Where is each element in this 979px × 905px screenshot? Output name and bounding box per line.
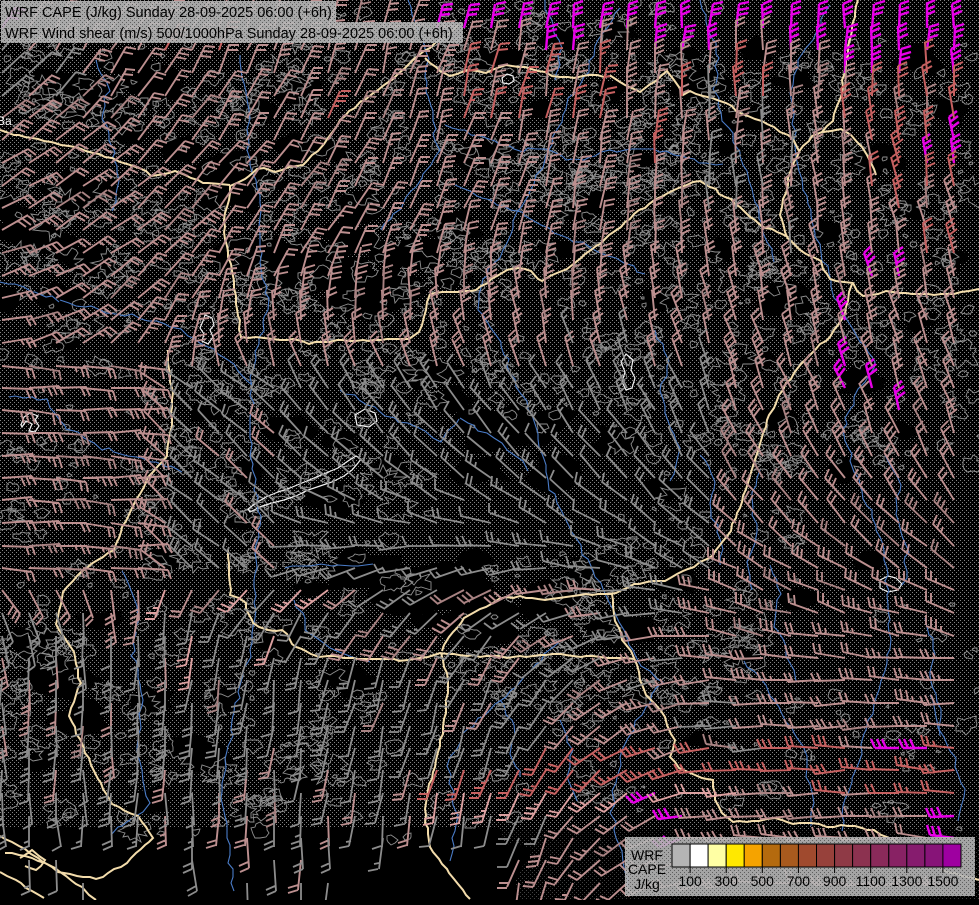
svg-text:WRF CAPE (J/kg) Sunday 28-09-2: WRF CAPE (J/kg) Sunday 28-09-2025 06:00 …	[5, 5, 332, 21]
svg-text:100: 100	[678, 873, 702, 889]
svg-text:500: 500	[751, 873, 775, 889]
svg-text:900: 900	[823, 873, 847, 889]
svg-text:WRF Wind shear (m/s) 500/1000h: WRF Wind shear (m/s) 500/1000hPa Sunday …	[5, 26, 453, 42]
svg-text:700: 700	[787, 873, 811, 889]
svg-text:J/kg: J/kg	[634, 876, 660, 892]
svg-text:1500: 1500	[927, 873, 958, 889]
svg-text:300: 300	[715, 873, 739, 889]
svg-text:1100: 1100	[856, 873, 886, 889]
svg-text:1300: 1300	[891, 873, 922, 889]
svg-text:Ba: Ba	[0, 114, 12, 128]
svg-text:CAPE: CAPE	[628, 861, 666, 877]
